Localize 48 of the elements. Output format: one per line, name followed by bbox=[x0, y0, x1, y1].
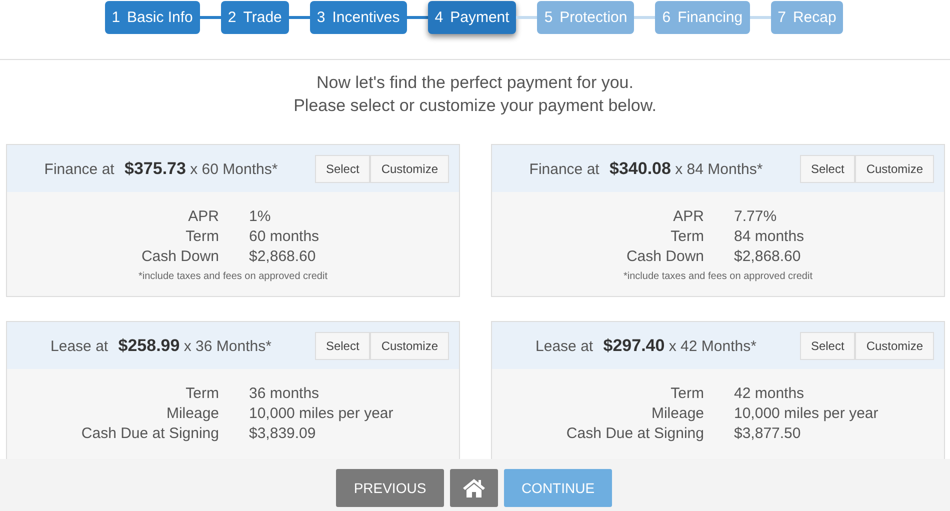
detail-value: 60 months bbox=[249, 227, 320, 247]
detail-label: Mileage bbox=[165, 404, 219, 424]
select-button[interactable]: Select bbox=[314, 332, 370, 360]
customize-button[interactable]: Customize bbox=[855, 332, 934, 360]
detail-label: Term bbox=[184, 384, 219, 404]
offer-title: Lease at $297.40 x 42 Months* bbox=[534, 336, 758, 356]
detail-label: Cash Due at Signing bbox=[80, 424, 219, 444]
detail-label: APR bbox=[672, 207, 704, 227]
detail-value: 10,000 miles per year bbox=[249, 404, 394, 424]
step-tab[interactable]: 1 Basic Info bbox=[104, 0, 200, 34]
detail-value: 84 months bbox=[734, 227, 806, 247]
continue-button[interactable]: CONTINUE bbox=[504, 469, 612, 507]
intro-text: Now let's find the perfect payment for you. bbox=[316, 72, 634, 94]
detail-value: 10,000 miles per year bbox=[734, 404, 880, 424]
footnote: *include taxes and fees on approved credit bbox=[137, 271, 328, 282]
detail-value: 42 months bbox=[734, 384, 806, 404]
detail-value: 1% bbox=[249, 207, 272, 227]
select-button[interactable]: Select bbox=[314, 154, 370, 182]
detail-label: Term bbox=[184, 227, 219, 247]
detail-label: Cash Down bbox=[625, 247, 704, 267]
step-tab[interactable]: 4 Payment bbox=[428, 0, 516, 34]
step-tab[interactable]: 2 Trade bbox=[220, 0, 289, 34]
detail-value: 7.77% bbox=[734, 207, 778, 227]
customize-button[interactable]: Customize bbox=[370, 154, 449, 182]
home-icon bbox=[462, 478, 486, 498]
customize-button[interactable]: Customize bbox=[370, 332, 449, 360]
select-button[interactable]: Select bbox=[800, 332, 856, 360]
detail-value: $3,877.50 bbox=[734, 424, 802, 444]
customize-button[interactable]: Customize bbox=[855, 154, 934, 182]
detail-label: Cash Down bbox=[140, 247, 219, 267]
offer-title: Finance at $340.08 x 84 Months* bbox=[528, 158, 764, 178]
detail-value: 36 months bbox=[249, 384, 320, 404]
step-tab[interactable]: 3 Incentives bbox=[310, 0, 407, 34]
footnote: *include taxes and fees on approved credit bbox=[622, 271, 814, 282]
home-button[interactable] bbox=[450, 469, 498, 507]
detail-label: APR bbox=[187, 207, 219, 227]
detail-label: Cash Due at Signing bbox=[565, 424, 704, 444]
select-button[interactable]: Select bbox=[800, 154, 856, 182]
previous-button[interactable]: PREVIOUS bbox=[336, 469, 444, 507]
offer-title: Finance at $375.73 x 60 Months* bbox=[43, 158, 279, 178]
detail-label: Term bbox=[670, 227, 704, 247]
detail-label: Mileage bbox=[650, 404, 704, 424]
detail-value: $3,839.09 bbox=[249, 424, 317, 444]
intro-text: Please select or customize your payment below. bbox=[292, 95, 658, 117]
offer-title: Lease at $258.99 x 36 Months* bbox=[50, 336, 272, 356]
detail-label: Term bbox=[670, 384, 704, 404]
detail-value: $2,868.60 bbox=[249, 247, 317, 267]
detail-value: $2,868.60 bbox=[734, 247, 802, 267]
